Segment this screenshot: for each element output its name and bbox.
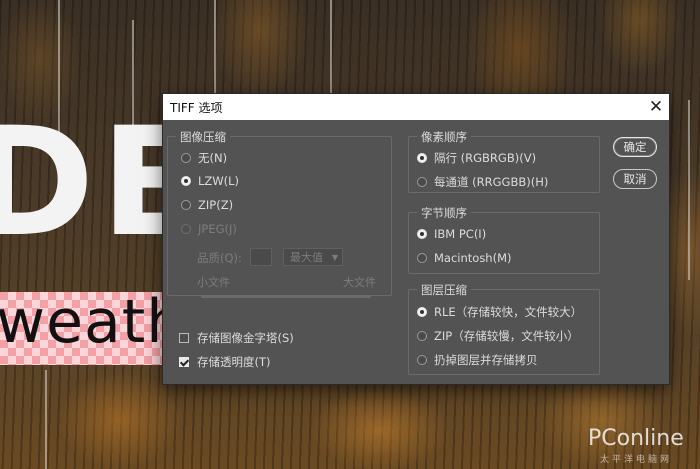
radio-icon[interactable] — [417, 177, 427, 187]
radio-icon[interactable] — [417, 331, 427, 341]
radio-icon[interactable] — [181, 200, 191, 210]
large-file-label: 大文件 — [343, 276, 376, 289]
compression-lzw-radio[interactable]: LZW(L) — [181, 174, 239, 188]
small-file-label: 小文件 — [197, 276, 230, 289]
pixel-order-interleaved-radio[interactable]: 隔行 (RGBRGB)(V) — [417, 150, 536, 166]
ok-button[interactable]: 确定 — [613, 137, 657, 157]
compression-none-radio[interactable]: 无(N) — [181, 150, 227, 166]
radio-label: 隔行 (RGBRGB)(V) — [434, 151, 537, 165]
compression-zip-radio[interactable]: ZIP(Z) — [181, 198, 233, 212]
tree-trunk — [45, 370, 47, 469]
dialog-body: 图像压缩 无(N) LZW(L) ZIP(Z) JPEG(J) 品质(Q): 最… — [163, 120, 669, 384]
pixel-order-legend: 像素顺序 — [417, 129, 471, 145]
radio-label: Macintosh(M) — [434, 251, 512, 265]
quality-select-value: 最大值 — [290, 251, 323, 264]
tree-trunk — [688, 100, 690, 280]
radio-selected-icon[interactable] — [181, 176, 191, 186]
radio-label: RLE（存储较快，文件较大） — [434, 305, 583, 319]
radio-icon[interactable] — [181, 224, 191, 234]
close-icon[interactable]: ✕ — [643, 94, 669, 120]
radio-icon[interactable] — [417, 355, 427, 365]
watermark-subtext: 太平洋电脑网 — [600, 455, 673, 465]
compression-jpeg-radio[interactable]: JPEG(J) — [181, 222, 237, 236]
radio-label: IBM PC(I) — [434, 227, 487, 241]
byte-order-mac-radio[interactable]: Macintosh(M) — [417, 251, 512, 265]
quality-slider-track[interactable] — [201, 295, 371, 298]
checkbox-icon[interactable] — [179, 333, 189, 343]
quality-label: 品质(Q): — [197, 251, 242, 265]
layer-compression-legend: 图层压缩 — [417, 282, 471, 298]
byte-order-legend: 字节顺序 — [417, 205, 471, 221]
tree-trunk — [214, 0, 216, 95]
radio-selected-icon[interactable] — [417, 153, 427, 163]
save-transparency-checkbox[interactable]: 存储透明度(T) — [179, 354, 271, 370]
pixel-order-per-channel-radio[interactable]: 每通道 (RRGGBB)(H) — [417, 174, 548, 190]
checkbox-label: 存储透明度(T) — [197, 355, 271, 369]
tiff-options-dialog: TIFF 选项 ✕ 图像压缩 无(N) LZW(L) ZIP(Z) JPEG(J… — [163, 94, 669, 384]
canvas-text-layer: weath — [0, 287, 186, 357]
radio-selected-icon[interactable] — [417, 307, 427, 317]
checkbox-checked-icon[interactable] — [179, 357, 189, 367]
layer-compression-zip-radio[interactable]: ZIP（存储较慢，文件较小） — [417, 328, 579, 344]
quality-input[interactable] — [250, 248, 272, 266]
radio-icon[interactable] — [417, 253, 427, 263]
radio-selected-icon[interactable] — [417, 229, 427, 239]
tree-trunk — [330, 0, 332, 95]
radio-label: LZW(L) — [198, 174, 240, 188]
cancel-button[interactable]: 取消 — [613, 169, 657, 189]
radio-label: JPEG(J) — [198, 222, 237, 236]
save-pyramid-checkbox[interactable]: 存储图像金字塔(S) — [179, 330, 294, 346]
quality-select[interactable]: 最大值 ▼ — [283, 248, 343, 266]
dialog-titlebar: TIFF 选项 ✕ — [163, 94, 669, 120]
chevron-down-icon: ▼ — [331, 253, 338, 262]
checkbox-label: 存储图像金字塔(S) — [197, 331, 294, 345]
radio-label: ZIP（存储较慢，文件较小） — [434, 329, 579, 343]
radio-label: 无(N) — [198, 151, 228, 165]
byte-order-ibm-radio[interactable]: IBM PC(I) — [417, 227, 486, 241]
radio-label: ZIP(Z) — [198, 198, 234, 212]
radio-icon[interactable] — [181, 153, 191, 163]
dialog-title: TIFF 选项 — [170, 100, 223, 115]
layer-compression-rle-radio[interactable]: RLE（存储较快，文件较大） — [417, 304, 582, 320]
image-compression-legend: 图像压缩 — [176, 129, 230, 145]
watermark-logo: PConline — [588, 426, 684, 451]
layer-compression-discard-radio[interactable]: 扔掉图层并存储拷贝 — [417, 352, 538, 368]
radio-label: 每通道 (RRGGBB)(H) — [434, 175, 549, 189]
radio-label: 扔掉图层并存储拷贝 — [434, 353, 538, 367]
